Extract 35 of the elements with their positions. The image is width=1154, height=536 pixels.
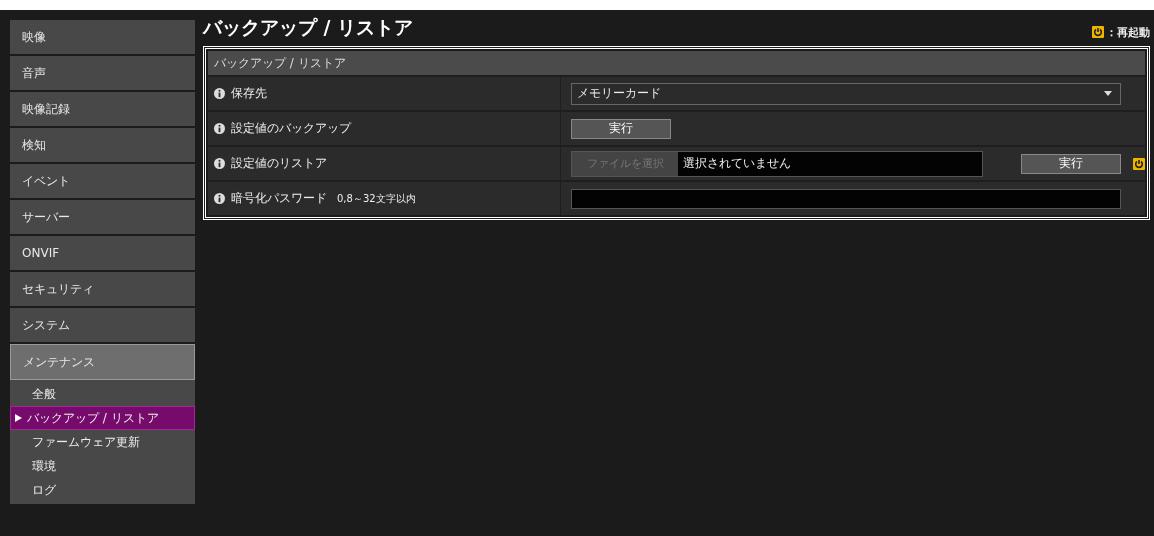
sidebar-subitem[interactable]: バックアップ / リストア — [10, 406, 195, 430]
file-status: 選択されていません — [682, 155, 791, 172]
setting-label: 設定値のリストア — [231, 155, 327, 172]
sidebar-item[interactable]: 検知 — [10, 128, 195, 164]
sidebar-item[interactable]: システム — [10, 308, 195, 344]
sidebar-subitem[interactable]: 全般 — [10, 382, 195, 406]
info-icon — [214, 193, 225, 204]
hint-text: 0,8～32文字以内 — [337, 191, 416, 206]
info-icon — [214, 158, 225, 169]
setting-label: 設定値のバックアップ — [231, 120, 351, 137]
restart-icon — [1092, 26, 1104, 38]
sidebar-item[interactable]: 音声 — [10, 56, 195, 92]
restart-legend: ：再起動 — [1106, 24, 1150, 40]
page-title: バックアップ / リストア — [203, 15, 414, 40]
sidebar-item[interactable]: イベント — [10, 164, 195, 200]
caret-icon — [1104, 91, 1112, 96]
setting-label: 保存先 — [231, 85, 267, 102]
sidebar-item[interactable]: サーバー — [10, 200, 195, 236]
selected-arrow-icon — [15, 414, 22, 422]
sidebar-item[interactable]: 映像記録 — [10, 92, 195, 128]
sidebar-item[interactable]: セキュリティ — [10, 272, 195, 308]
sidebar-subitem[interactable]: 環境 — [10, 454, 195, 478]
sidebar-item[interactable]: 映像 — [10, 20, 195, 56]
sidebar-subitem[interactable]: ファームウェア更新 — [10, 430, 195, 454]
info-icon — [214, 123, 225, 134]
execute-button[interactable]: 実行 — [1021, 153, 1121, 174]
info-icon — [214, 88, 225, 99]
sidebar-item[interactable]: ONVIF — [10, 236, 195, 272]
password-field[interactable] — [571, 188, 1121, 209]
sidebar-subitem[interactable]: ログ — [10, 478, 195, 502]
setting-label: 暗号化パスワード — [231, 190, 327, 207]
destination-select[interactable]: メモリーカード — [571, 82, 1121, 105]
panel-header: バックアップ / リストア — [208, 51, 1145, 75]
execute-button[interactable]: 実行 — [571, 118, 671, 139]
sidebar-item[interactable]: メンテナンス — [10, 344, 195, 380]
